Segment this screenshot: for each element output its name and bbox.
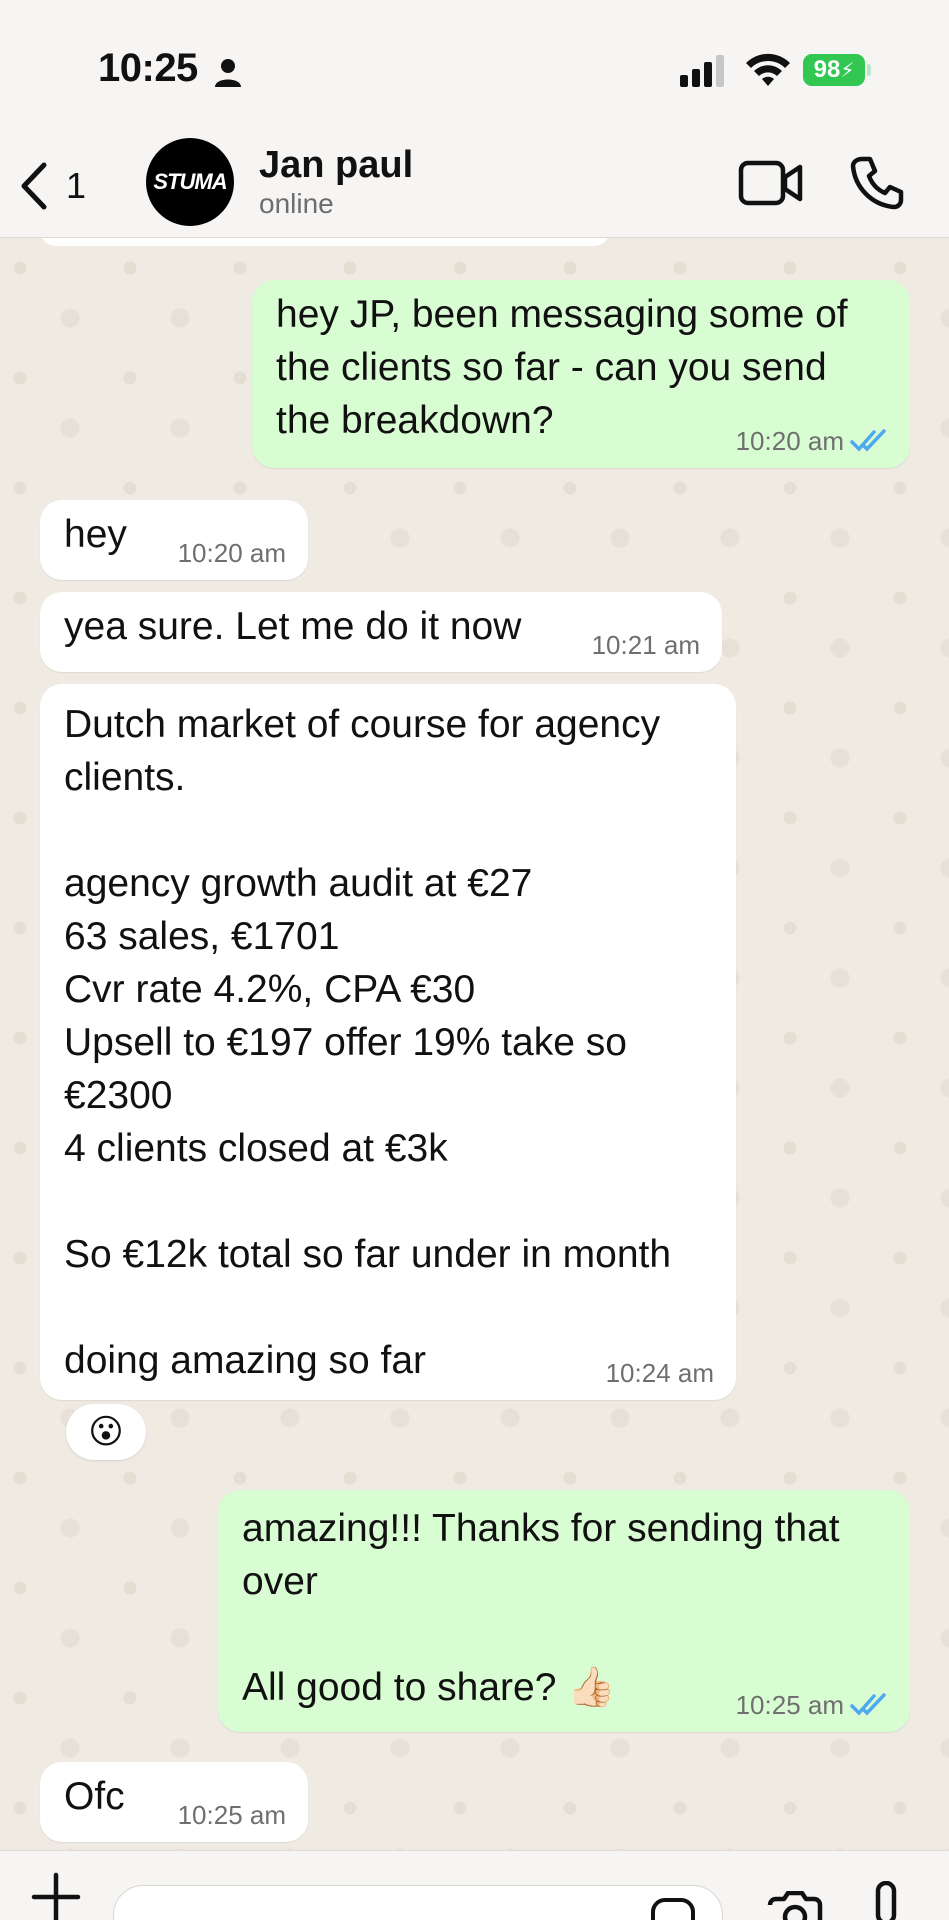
message-time: 10:24 am [606, 1360, 714, 1386]
camera-button[interactable] [766, 1890, 824, 1920]
chat-area[interactable]: hey JP, been messaging some of the clien… [0, 238, 949, 1850]
back-chevron-icon [21, 162, 47, 210]
message-text: amazing!!! Thanks for sending that over … [242, 1507, 840, 1709]
message-timestamp: 10:25 am [735, 1690, 844, 1720]
video-call-icon [738, 160, 803, 206]
charging-icon: ⚡ [840, 60, 855, 82]
video-call-button[interactable] [738, 160, 804, 211]
reaction-badge[interactable]: 😮 [66, 1404, 146, 1460]
phone-icon [850, 156, 904, 210]
message-bubble-incoming[interactable]: Ofc 10:25 am [40, 1762, 308, 1842]
attach-button[interactable] [30, 1871, 82, 1920]
message-text: hey JP, been messaging some of the clien… [276, 293, 848, 442]
message-bubble-outgoing[interactable]: amazing!!! Thanks for sending that over … [218, 1490, 910, 1732]
message-text: Dutch market of course for agency client… [64, 703, 672, 1382]
voice-call-button[interactable] [850, 156, 904, 215]
chat-header: 1 STUMA Jan paul online [0, 130, 949, 238]
message-timestamp: 10:20 am [735, 426, 844, 456]
sticker-icon[interactable] [650, 1897, 696, 1920]
message-input[interactable] [113, 1885, 723, 1920]
avatar[interactable]: STUMA [146, 138, 234, 226]
message-timestamp: 10:24 am [605, 1358, 714, 1388]
previous-message-bubble [40, 238, 610, 246]
message-time: 10:25 am [178, 1802, 286, 1828]
message-bubble-incoming[interactable]: hey 10:20 am [40, 500, 308, 580]
message-timestamp: 10:20 am [177, 538, 286, 568]
camera-icon [767, 1890, 823, 1920]
double-check-icon [850, 1693, 886, 1716]
message-bubble-incoming[interactable]: Dutch market of course for agency client… [40, 684, 736, 1400]
double-check-icon [850, 429, 886, 452]
unread-count: 1 [66, 165, 87, 206]
mic-button[interactable] [868, 1880, 904, 1920]
status-time: 10:25 [98, 46, 198, 90]
signal-icon [680, 55, 728, 92]
contact-status: online [259, 188, 334, 219]
wifi-icon [745, 52, 791, 93]
message-timestamp: 10:21 am [591, 630, 700, 660]
person-icon [214, 58, 242, 93]
back-button[interactable]: 1 [18, 158, 86, 214]
mic-icon [875, 1880, 897, 1920]
message-time: 10:20 am [736, 428, 888, 454]
contact-name[interactable]: Jan paul [259, 144, 413, 187]
message-timestamp: 10:25 am [177, 1800, 286, 1830]
message-time: 10:25 am [736, 1692, 888, 1718]
message-time: 10:20 am [178, 540, 286, 566]
battery-indicator: 98⚡ [803, 54, 865, 86]
message-bubble-outgoing[interactable]: hey JP, been messaging some of the clien… [252, 280, 910, 468]
input-bar [0, 1850, 949, 1920]
message-time: 10:21 am [592, 632, 700, 658]
message-bubble-incoming[interactable]: yea sure. Let me do it now 10:21 am [40, 592, 722, 672]
plus-icon [31, 1872, 81, 1920]
battery-tip [867, 64, 871, 76]
battery-level: 98 [813, 56, 841, 83]
status-bar: 10:25 98⚡ [0, 0, 949, 130]
